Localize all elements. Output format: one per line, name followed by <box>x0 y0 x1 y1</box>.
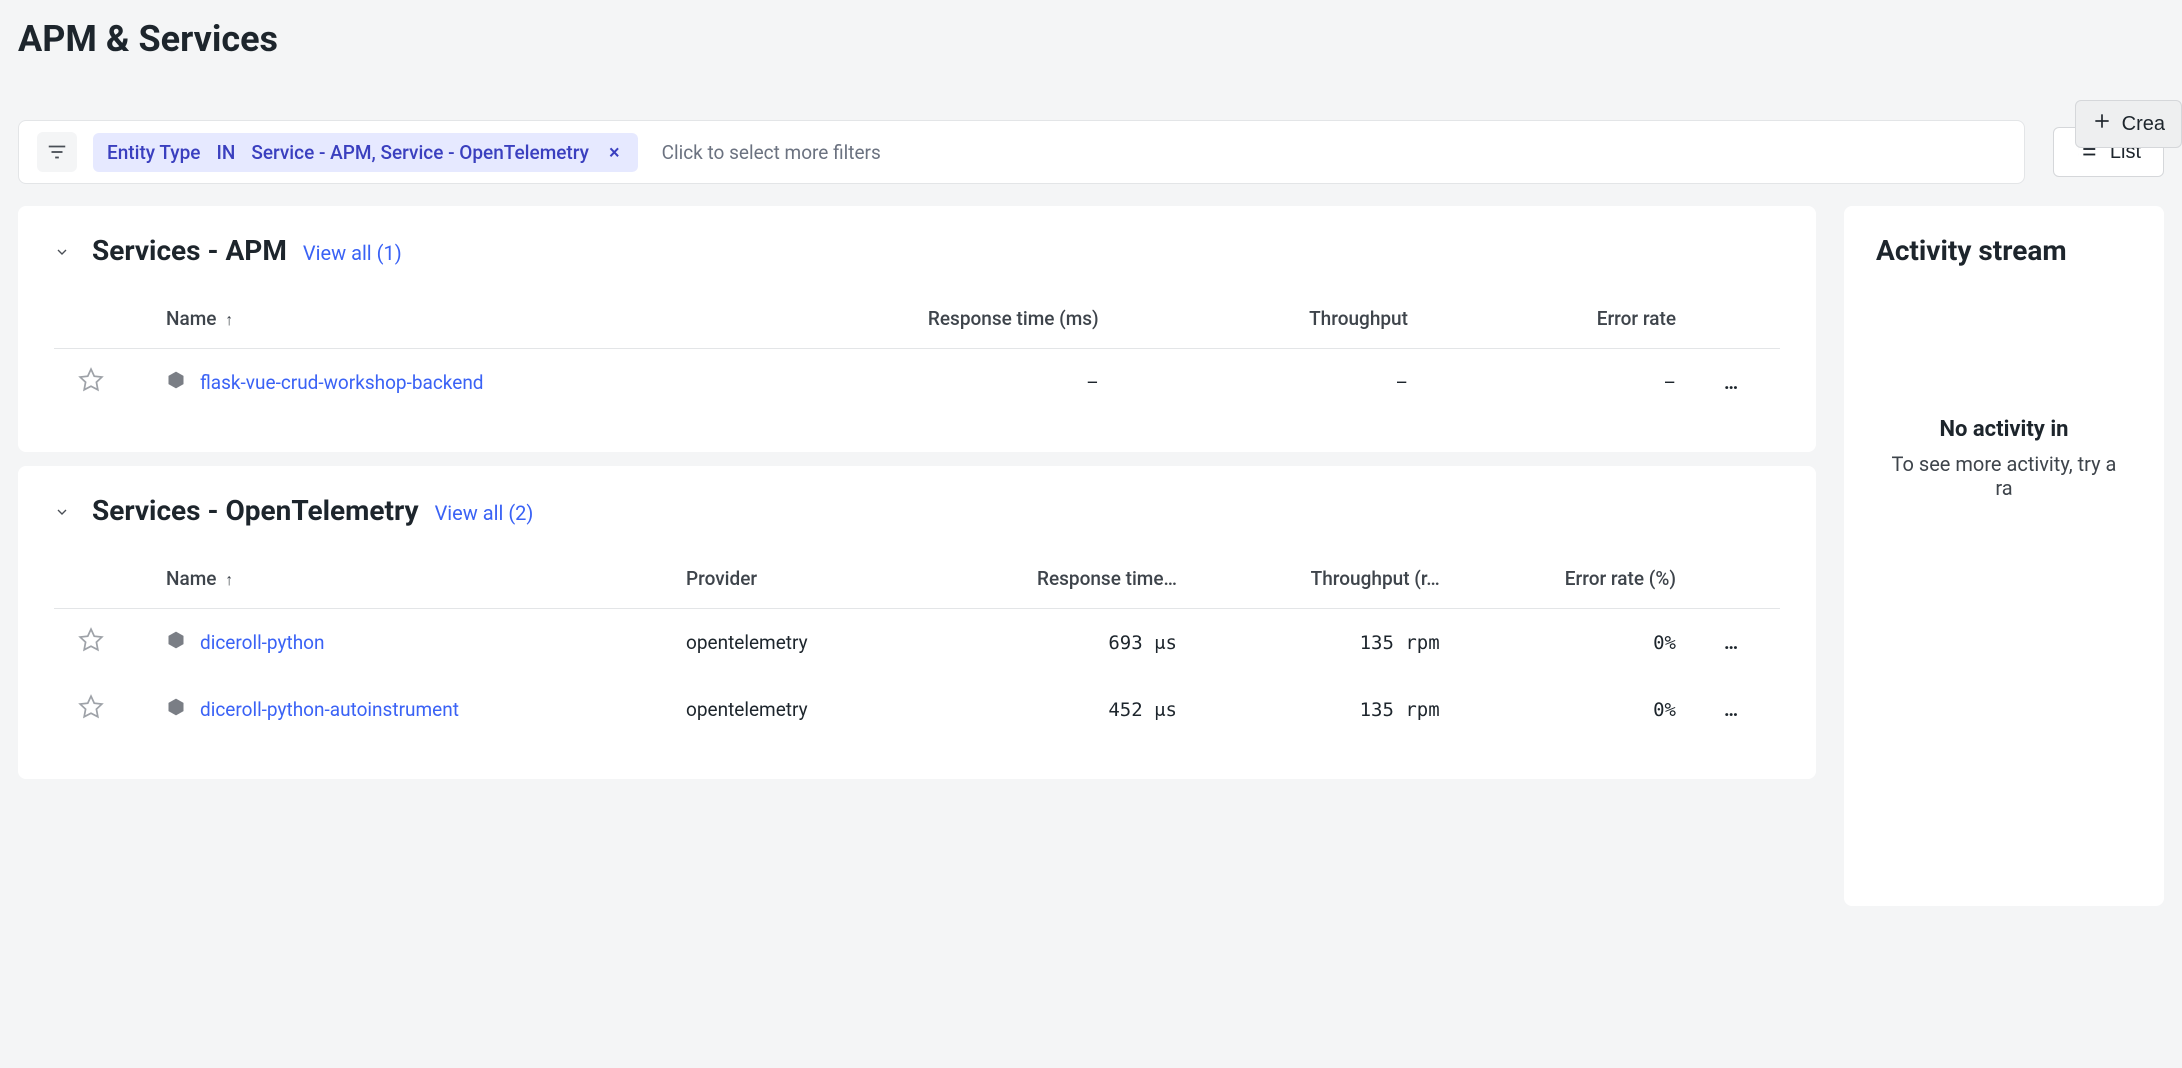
close-icon[interactable]: × <box>605 142 624 162</box>
col-response-time[interactable]: Response time… <box>922 549 1201 609</box>
col-name[interactable]: Name ↑ <box>142 289 662 349</box>
service-link[interactable]: diceroll-python <box>200 631 325 654</box>
more-icon[interactable]: … <box>1724 631 1740 654</box>
filter-chip-key: Entity Type <box>107 141 200 164</box>
star-icon[interactable] <box>78 702 104 725</box>
plus-icon <box>2092 111 2112 137</box>
no-activity-hint: To see more activity, try a ra <box>1876 452 2132 500</box>
cell-tp: 135 rpm <box>1201 676 1464 743</box>
section-title-otel: Services - OpenTelemetry <box>92 494 419 527</box>
view-all-otel[interactable]: View all (2) <box>435 501 534 525</box>
section-title-apm: Services - APM <box>92 234 287 267</box>
cell-tp: 135 rpm <box>1201 609 1464 677</box>
section-apm: Services - APM View all (1) Name ↑ <box>18 206 1816 452</box>
cell-rt: 452 μs <box>922 676 1201 743</box>
more-icon[interactable]: … <box>1724 698 1740 721</box>
cell-er: 0% <box>1464 609 1700 677</box>
filter-icon[interactable] <box>37 132 77 172</box>
section-otel: Services - OpenTelemetry View all (2) Na… <box>18 466 1816 779</box>
star-icon[interactable] <box>78 635 104 658</box>
filter-chip-op: IN <box>216 141 235 164</box>
hexagon-icon <box>166 697 186 722</box>
col-throughput[interactable]: Throughput (r… <box>1201 549 1464 609</box>
service-link[interactable]: diceroll-python-autoinstrument <box>200 698 459 721</box>
star-icon[interactable] <box>78 375 104 398</box>
view-all-apm[interactable]: View all (1) <box>303 241 402 265</box>
activity-stream-panel: Activity stream No activity in To see mo… <box>1844 206 2164 906</box>
table-row: flask-vue-crud-workshop-backend – – – … <box>54 349 1780 417</box>
cell-rt: 693 μs <box>922 609 1201 677</box>
cell-tp: – <box>1123 349 1432 417</box>
col-throughput[interactable]: Throughput <box>1123 289 1432 349</box>
table-row: diceroll-python-autoinstrument opentelem… <box>54 676 1780 743</box>
no-activity-heading: No activity in <box>1876 417 2132 442</box>
chevron-down-icon[interactable] <box>54 504 76 520</box>
filter-chip-entity-type[interactable]: Entity Type IN Service - APM, Service - … <box>93 133 638 172</box>
sort-asc-icon: ↑ <box>225 570 233 589</box>
page-title: APM & Services <box>18 18 2164 60</box>
cell-er: 0% <box>1464 676 1700 743</box>
cell-er: – <box>1432 349 1700 417</box>
activity-stream-title: Activity stream <box>1876 234 2132 267</box>
filter-placeholder[interactable]: Click to select more filters <box>662 141 881 164</box>
service-link[interactable]: flask-vue-crud-workshop-backend <box>200 371 484 394</box>
col-response-time[interactable]: Response time (ms) <box>662 289 1123 349</box>
filter-bar[interactable]: Entity Type IN Service - APM, Service - … <box>18 120 2025 184</box>
table-apm: Name ↑ Response time (ms) Throughput Err… <box>54 289 1780 416</box>
chevron-down-icon[interactable] <box>54 244 76 260</box>
cell-provider: opentelemetry <box>662 676 922 743</box>
table-otel: Name ↑ Provider Response time… Throughpu… <box>54 549 1780 743</box>
hexagon-icon <box>166 630 186 655</box>
create-button[interactable]: Crea <box>2075 100 2182 148</box>
table-row: diceroll-python opentelemetry 693 μs 135… <box>54 609 1780 677</box>
sort-asc-icon: ↑ <box>225 310 233 329</box>
create-button-label: Crea <box>2122 113 2165 136</box>
more-icon[interactable]: … <box>1724 371 1740 394</box>
col-name[interactable]: Name ↑ <box>142 549 662 609</box>
col-error-rate[interactable]: Error rate (%) <box>1464 549 1700 609</box>
cell-provider: opentelemetry <box>662 609 922 677</box>
col-error-rate[interactable]: Error rate <box>1432 289 1700 349</box>
cell-rt: – <box>662 349 1123 417</box>
col-provider[interactable]: Provider <box>662 549 922 609</box>
hexagon-icon <box>166 370 186 395</box>
filter-chip-value: Service - APM, Service - OpenTelemetry <box>251 141 589 164</box>
